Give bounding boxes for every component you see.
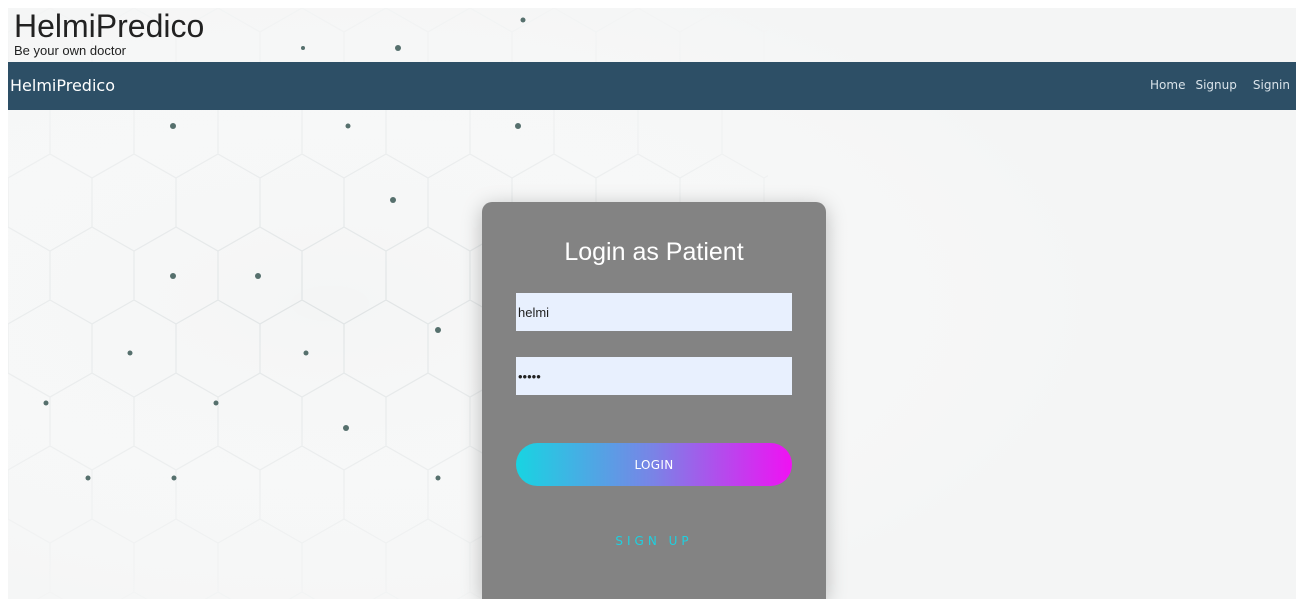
site-tagline: Be your own doctor bbox=[14, 43, 127, 58]
login-card: Login as Patient LOGIN SIGN UP bbox=[482, 202, 826, 599]
brand-header: HelmiPredico Be your own doctor bbox=[14, 8, 614, 62]
nav-link-home[interactable]: Home bbox=[1150, 78, 1185, 92]
page: HelmiPredico Be your own doctor HelmiPre… bbox=[8, 8, 1296, 599]
nav-brand-link[interactable]: HelmiPredico bbox=[10, 76, 115, 95]
nav-links: Home Signup Signin bbox=[1150, 78, 1290, 92]
navbar: HelmiPredico Home Signup Signin bbox=[8, 62, 1296, 110]
login-button[interactable]: LOGIN bbox=[516, 443, 792, 486]
signup-link[interactable]: SIGN UP bbox=[482, 534, 826, 548]
nav-link-signup[interactable]: Signup bbox=[1195, 78, 1236, 92]
site-title: HelmiPredico bbox=[14, 8, 205, 44]
login-title: Login as Patient bbox=[564, 238, 744, 266]
password-input[interactable] bbox=[516, 357, 792, 395]
username-input[interactable] bbox=[516, 293, 792, 331]
nav-link-signin[interactable]: Signin bbox=[1253, 78, 1290, 92]
